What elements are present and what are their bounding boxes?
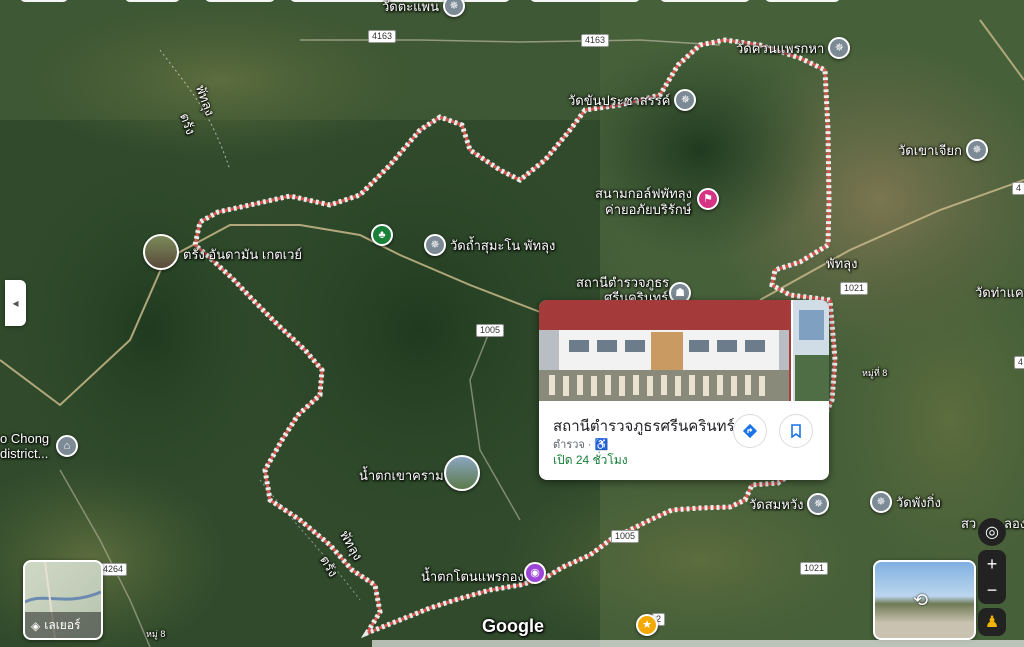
poi-wat-phung-ping[interactable]: ✵ วัดพังกิ่ง [870,491,941,513]
top-chip[interactable] [125,0,180,2]
golf-flag-icon[interactable]: ⚑ [697,188,719,210]
poi-wat-khanprachasan[interactable]: วัดขันประชาสรรค์ ✵ [568,89,697,111]
label-edge-2: ลอง [1004,516,1024,531]
label-golf: สนามกอล์ฟพัทลุง [595,186,692,201]
temple-icon: ✵ [965,139,988,161]
my-location-icon: ◎ [985,524,999,541]
zoom-out-button[interactable]: − [987,577,998,603]
street-view-thumbnail[interactable]: ⟲ [873,560,976,640]
photo-pin-waterfall[interactable] [444,455,480,491]
temple-icon: ✵ [828,37,851,59]
top-chip[interactable] [20,0,68,2]
government-building-icon[interactable]: ⌂ [56,435,78,457]
google-logo: Google [482,616,544,636]
label-golf-2: ค่ายอภัยบริรักษ์ [605,202,692,217]
attribution-bar [372,640,1024,647]
zoom-in-button[interactable]: + [987,551,998,577]
top-chip[interactable] [765,0,840,2]
place-photo[interactable] [539,300,829,401]
layers-icon: ◈ [31,618,41,633]
route-shield: 4163 [581,34,610,47]
top-chip[interactable] [660,0,750,2]
layers-label: เลเยอร์ [44,618,81,632]
satellite-map[interactable] [0,0,1024,647]
directions-button[interactable] [733,414,767,448]
place-hours: เปิด 24 ชั่วโมง [553,453,628,467]
zoom-controls: + − [978,550,1006,604]
poi-wat-tham-sumano[interactable]: ✵ วัดถ้ำสุมะโน พัทลุง [424,234,555,256]
label-phatthalung: พัทลุง [826,256,858,271]
park-tree-icon[interactable]: ♣ [371,224,393,246]
top-chip[interactable] [205,0,275,2]
route-shield: 4 [1012,182,1024,195]
pegman-icon: ♟ [984,614,1000,631]
label-moo-8-bottom: หมู่ 8 [146,629,166,639]
directions-icon [742,423,758,439]
route-shield: 1021 [800,562,829,575]
temple-icon: ✵ [424,234,446,256]
label-wat-tha-khae[interactable]: วัดท่าแค [975,285,1024,300]
route-shield: 4163 [368,30,397,43]
poi-wat-khuan-phraek-ha[interactable]: วัดควนแพรกหา ✵ [736,37,851,59]
pegman-button[interactable]: ♟ [978,608,1006,636]
layers-button[interactable]: ◈ เลเยอร์ [23,560,103,640]
wheelchair-icon: ♿ [594,439,609,451]
label-police-station[interactable]: สถานีตำรวจภูธร [576,275,669,290]
label-waterfall-ton-phraek-kong[interactable]: น้ำตกโตนแพรกอง [421,569,524,584]
poi-wat-tapaen[interactable]: วัดตะแพน ✵ [382,0,466,17]
route-shield: 4264 [99,563,128,576]
rotate-360-icon: ⟲ [913,590,929,610]
temple-icon: ✵ [674,89,697,111]
top-chip[interactable] [530,0,640,2]
camera-icon[interactable]: ◉ [524,562,546,584]
label-waterfall-khao-kram[interactable]: น้ำตกเขาคราม [359,468,444,483]
photo-pin-trang-gateway[interactable] [143,234,179,270]
star-icon[interactable]: ★ [636,614,658,636]
route-shield: 4 [1014,356,1024,369]
save-button[interactable] [779,414,813,448]
route-shield: 1021 [840,282,869,295]
temple-icon: ✵ [870,491,892,513]
police-building-photo [539,300,829,401]
label-edge: สว [961,516,977,531]
chevron-left-icon: ◂ [12,296,19,310]
my-location-button[interactable]: ◎ [978,518,1006,546]
route-shield: 1005 [611,530,640,543]
label-chong-district[interactable]: o Chong district... [0,431,49,461]
poi-wat-som-wang[interactable]: วัดสมหวัง ✵ [749,493,830,515]
temple-icon: ✵ [443,0,466,17]
bookmark-icon [791,424,801,438]
poi-wat-khao-chiak[interactable]: วัดเขาเจียก ✵ [898,139,988,161]
temple-icon: ✵ [807,493,830,515]
label-trang-andaman-gateway[interactable]: ตรัง อันดามัน เกตเวย์ [183,247,302,262]
route-shield: 1005 [476,324,505,337]
place-card[interactable]: สถานีตำรวจภูธรศรีนครินทร์ ตำรวจ · ♿ เปิด… [539,300,829,480]
label-moo-8: หมู่ที่ 8 [862,368,888,378]
collapse-panel-button[interactable]: ◂ [5,280,26,326]
